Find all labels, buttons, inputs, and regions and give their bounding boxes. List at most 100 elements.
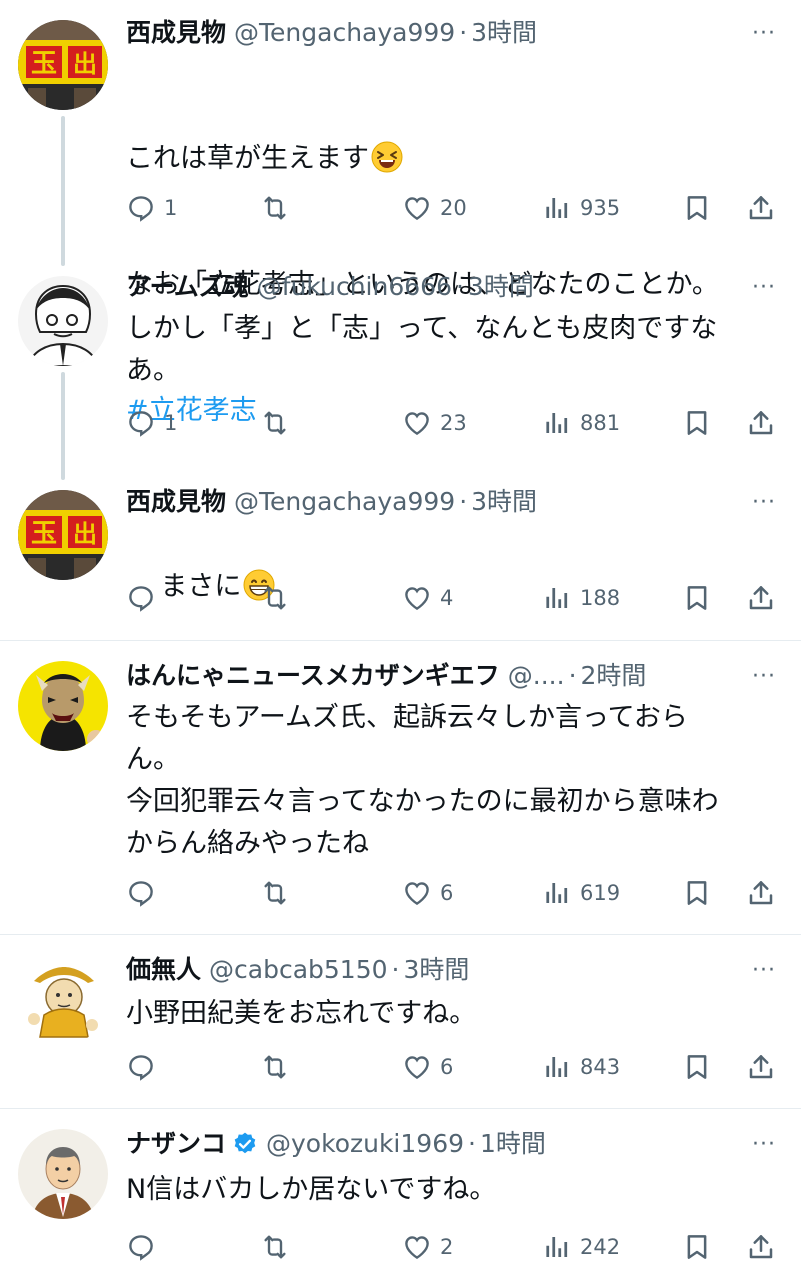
bookmark-button[interactable]	[682, 403, 712, 443]
reply-button[interactable]: 1	[126, 188, 177, 228]
views-button[interactable]: 188	[542, 578, 620, 618]
reply-icon	[126, 408, 156, 438]
avatar[interactable]: 玉 出	[18, 490, 108, 580]
user-handle[interactable]: @fukuchin6666	[257, 270, 452, 304]
share-button[interactable]	[746, 403, 776, 443]
share-icon	[746, 193, 776, 223]
bookmark-button[interactable]	[682, 578, 712, 618]
like-button[interactable]: 6	[402, 873, 453, 913]
timestamp[interactable]: 3時間	[403, 953, 469, 987]
tweet[interactable]: アームズ魂 @fukuchin6666 · 3時間 ··· しかし「孝」と「志」…	[0, 262, 801, 476]
separator-dot: ·	[459, 487, 468, 516]
bookmark-button[interactable]	[682, 1047, 712, 1087]
bookmark-icon	[682, 408, 712, 438]
more-options-icon[interactable]: ···	[749, 18, 779, 48]
like-button[interactable]: 4	[402, 578, 453, 618]
more-options-icon[interactable]: ···	[749, 955, 779, 985]
avatar[interactable]	[18, 276, 108, 366]
tweet-header: はんにゃニュースメカザンギエフ @.... · 2時間	[126, 659, 646, 693]
views-count: 188	[580, 586, 621, 610]
reply-icon	[126, 193, 156, 223]
timestamp[interactable]: 3時間	[468, 270, 534, 304]
timestamp[interactable]: 3時間	[471, 16, 537, 50]
more-options-icon[interactable]: ···	[749, 1129, 779, 1159]
display-name[interactable]: ナザンコ	[126, 1127, 226, 1161]
heart-icon	[402, 583, 432, 613]
views-count: 935	[580, 196, 621, 220]
tweet[interactable]: 価無人 @cabcab5150 · 3時間 ··· 小野田紀美をお忘れですね。 …	[0, 935, 801, 1107]
reply-button[interactable]	[126, 1047, 164, 1087]
avatar[interactable]	[18, 661, 108, 751]
like-count: 4	[440, 586, 454, 610]
reply-button[interactable]: 1	[126, 403, 177, 443]
like-count: 6	[440, 1055, 454, 1079]
svg-text:出: 出	[73, 520, 97, 548]
like-button[interactable]: 2	[402, 1227, 453, 1267]
retweet-button[interactable]	[260, 578, 290, 618]
views-button[interactable]: 881	[542, 403, 620, 443]
more-options-icon[interactable]: ···	[749, 272, 779, 302]
avatar[interactable]	[18, 955, 108, 1045]
share-button[interactable]	[746, 578, 776, 618]
separator-dot: ·	[568, 661, 577, 690]
avatar[interactable]: 玉 出	[18, 20, 108, 110]
retweet-button[interactable]	[260, 188, 290, 228]
like-button[interactable]: 23	[402, 403, 467, 443]
like-button[interactable]: 6	[402, 1047, 453, 1087]
timestamp[interactable]: 1時間	[480, 1127, 546, 1161]
display-name[interactable]: 西成見物	[126, 16, 226, 50]
reply-button[interactable]	[126, 873, 164, 913]
share-button[interactable]	[746, 188, 776, 228]
share-button[interactable]	[746, 1047, 776, 1087]
more-options-icon[interactable]: ···	[749, 487, 779, 517]
tweet[interactable]: はんにゃニュースメカザンギエフ @.... · 2時間 ··· そもそもアームズ…	[0, 641, 801, 933]
views-button[interactable]: 619	[542, 873, 620, 913]
retweet-button[interactable]	[260, 1047, 290, 1087]
tweet[interactable]: ナザンコ @yokozuki1969 · 1時間 ··· N信はバカしか居ないで…	[0, 1109, 801, 1280]
reply-button[interactable]	[126, 1227, 164, 1267]
retweet-icon	[260, 193, 290, 223]
more-options-icon[interactable]: ···	[749, 661, 779, 691]
action-bar: 6 619	[126, 873, 786, 913]
display-name[interactable]: はんにゃニュースメカザンギエフ	[126, 659, 500, 693]
separator-dot: ·	[455, 272, 464, 301]
retweet-button[interactable]	[260, 873, 290, 913]
share-button[interactable]	[746, 1227, 776, 1267]
bookmark-button[interactable]	[682, 188, 712, 228]
views-button[interactable]: 935	[542, 188, 620, 228]
display-name[interactable]: アームズ魂	[126, 270, 249, 304]
user-handle[interactable]: @Tengachaya999	[234, 485, 455, 519]
bookmark-button[interactable]	[682, 873, 712, 913]
user-handle[interactable]: @yokozuki1969	[266, 1127, 464, 1161]
avatar[interactable]	[18, 1129, 108, 1219]
heart-icon	[402, 408, 432, 438]
display-name[interactable]: 価無人	[126, 953, 201, 987]
retweet-button[interactable]	[260, 403, 290, 443]
display-name[interactable]: 西成見物	[126, 485, 226, 519]
bookmark-icon	[682, 1232, 712, 1262]
like-button[interactable]: 20	[402, 188, 467, 228]
timestamp[interactable]: 2時間	[581, 659, 647, 693]
reply-button[interactable]	[126, 578, 164, 618]
share-icon	[746, 583, 776, 613]
views-chart-icon	[542, 1232, 572, 1262]
laughing-face-emoji-icon	[371, 141, 403, 173]
views-count: 843	[580, 1055, 621, 1079]
views-button[interactable]: 843	[542, 1047, 620, 1087]
svg-text:玉: 玉	[31, 519, 57, 549]
share-button[interactable]	[746, 873, 776, 913]
user-handle[interactable]: @Tengachaya999	[234, 16, 455, 50]
bookmark-icon	[682, 878, 712, 908]
user-handle[interactable]: @....	[508, 659, 565, 693]
tweet-header: アームズ魂 @fukuchin6666 · 3時間	[126, 270, 534, 304]
retweet-button[interactable]	[260, 1227, 290, 1267]
tweet-text: 小野田紀美をお忘れですね。	[126, 998, 477, 1029]
tweet-header: 西成見物 @Tengachaya999 · 3時間	[126, 485, 537, 519]
tweet-text: そもそもアームズ氏、起訴云々しか言っておら ん。 今回犯罪云々言ってなかったのに…	[126, 702, 719, 859]
tweet[interactable]: 玉 出 西成見物 @Tengachaya999 · 3時間 ··· これは草が生…	[0, 0, 801, 426]
bookmark-button[interactable]	[682, 1227, 712, 1267]
timestamp[interactable]: 3時間	[471, 485, 537, 519]
user-handle[interactable]: @cabcab5150	[209, 953, 388, 987]
views-button[interactable]: 242	[542, 1227, 620, 1267]
tweet[interactable]: 玉 出 西成見物 @Tengachaya999 · 3時間 ··· まさに 4 …	[0, 476, 801, 640]
